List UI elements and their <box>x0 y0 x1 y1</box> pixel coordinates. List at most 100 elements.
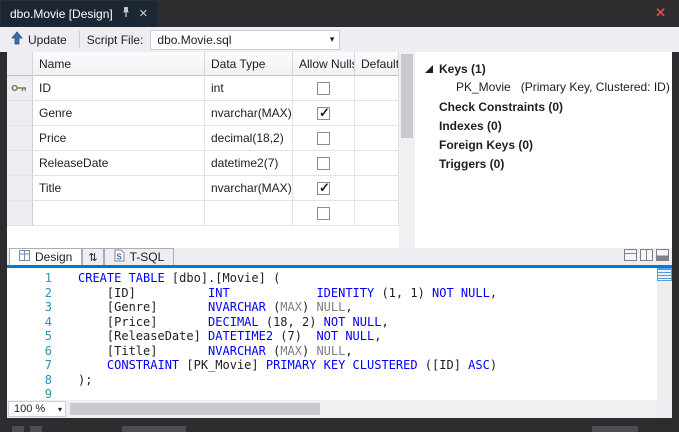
swap-panes-icon: ⇅ <box>88 251 98 264</box>
tree-item-label: Indexes (0) <box>439 118 502 133</box>
code-line[interactable]: 5 [ReleaseDate] DATETIME2 (7) NOT NULL, <box>7 329 647 344</box>
table-row[interactable]: Title nvarchar(MAX) <box>7 176 399 201</box>
allow-nulls-checkbox[interactable] <box>317 131 330 145</box>
column-name-cell[interactable]: ID <box>33 76 205 101</box>
data-type-cell[interactable]: nvarchar(MAX) <box>205 101 293 126</box>
column-name-cell[interactable] <box>33 201 205 226</box>
allow-nulls-cell <box>293 101 355 126</box>
table-row[interactable]: Genre nvarchar(MAX) <box>7 101 399 126</box>
maximize-pane-icon[interactable] <box>656 249 669 264</box>
column-name-cell[interactable]: Genre <box>33 101 205 126</box>
data-type-cell[interactable] <box>205 201 293 226</box>
row-selector[interactable] <box>7 126 33 151</box>
column-header-data-type[interactable]: Data Type <box>205 52 293 76</box>
column-name-cell[interactable]: Price <box>33 126 205 151</box>
grid-scrollbar[interactable] <box>399 52 415 248</box>
default-cell[interactable] <box>355 151 399 176</box>
clipped-status-icon <box>12 426 24 432</box>
code-text: [ID] INT IDENTITY (1, 1) NOT NULL, <box>78 285 498 300</box>
split-pane-vertical-icon[interactable] <box>640 249 653 264</box>
script-file-combobox[interactable]: dbo.Movie.sql ▾ <box>150 29 341 50</box>
allow-nulls-checkbox[interactable] <box>317 180 330 196</box>
grid-corner-cell[interactable] <box>7 52 33 76</box>
table-row[interactable]: ID int <box>7 76 399 101</box>
code-line[interactable]: 6 [Title] NVARCHAR (MAX) NULL, <box>7 344 647 359</box>
data-type-cell[interactable]: int <box>205 76 293 101</box>
scrollbar-splitter-grip[interactable] <box>657 268 672 281</box>
toolbar: Update Script File: dbo.Movie.sql ▾ <box>0 27 679 52</box>
allow-nulls-checkbox[interactable] <box>317 156 330 170</box>
row-selector[interactable] <box>7 201 33 226</box>
tsql-editor[interactable]: 1 CREATE TABLE [dbo].[Movie] (2 [ID] INT … <box>7 268 672 400</box>
column-name-cell[interactable]: Title <box>33 176 205 201</box>
allow-nulls-cell <box>293 151 355 176</box>
row-selector[interactable] <box>7 176 33 201</box>
row-selector[interactable] <box>7 101 33 126</box>
tree-item[interactable]: Check Constraints (0) <box>415 97 672 116</box>
tab-tsql[interactable]: S T-SQL <box>103 248 175 265</box>
code-line[interactable]: 4 [Price] DECIMAL (18, 2) NOT NULL, <box>7 315 647 330</box>
tab-tsql-label: T-SQL <box>129 250 165 264</box>
zoom-combobox[interactable]: 100 % ▾ <box>8 401 66 417</box>
default-cell[interactable] <box>355 101 399 126</box>
table-row[interactable]: ReleaseDate datetime2(7) <box>7 151 399 176</box>
tab-design[interactable]: Design <box>9 248 83 265</box>
tree-item[interactable]: Triggers (0) <box>415 154 672 173</box>
tree-item[interactable]: Keys (1) <box>415 59 672 78</box>
allow-nulls-checkbox[interactable] <box>317 206 330 220</box>
data-type-cell[interactable]: nvarchar(MAX) <box>205 176 293 201</box>
clipped-status-icon <box>30 426 42 432</box>
tree-item[interactable]: Indexes (0) <box>415 116 672 135</box>
data-type-cell[interactable]: decimal(18,2) <box>205 126 293 151</box>
row-selector[interactable] <box>7 151 33 176</box>
tree-item-label: Keys (1) <box>439 61 486 76</box>
editor-horizontal-scrollbar[interactable] <box>68 400 657 418</box>
code-text: [ReleaseDate] DATETIME2 (7) NOT NULL, <box>78 329 382 343</box>
split-pane-horizontal-icon[interactable] <box>624 249 637 264</box>
row-selector[interactable] <box>7 76 33 101</box>
table-row[interactable]: Price decimal(18,2) <box>7 126 399 151</box>
editor-scrollbar[interactable] <box>657 268 672 400</box>
allow-nulls-cell <box>293 176 355 201</box>
scrollbar-thumb[interactable] <box>401 54 413 138</box>
expanded-icon[interactable] <box>424 64 434 74</box>
tree-item-label: Foreign Keys (0) <box>439 137 534 152</box>
allow-nulls-cell <box>293 201 355 226</box>
close-icon[interactable]: ✕ <box>655 6 666 19</box>
table-designer-grid: Name Data Type Allow Nulls Default ID int… <box>7 52 399 248</box>
tree-item[interactable]: Foreign Keys (0) <box>415 135 672 154</box>
clipped-status-strip <box>0 418 679 432</box>
default-cell[interactable] <box>355 76 399 101</box>
column-header-name[interactable]: Name <box>33 52 205 76</box>
code-line[interactable]: 9 <box>7 387 647 400</box>
pin-icon[interactable] <box>121 6 131 22</box>
code-line[interactable]: 3 [Genre] NVARCHAR (MAX) NULL, <box>7 300 647 315</box>
code-line[interactable]: 2 [ID] INT IDENTITY (1, 1) NOT NULL, <box>7 286 647 301</box>
data-type-cell[interactable]: datetime2(7) <box>205 151 293 176</box>
pane-layout-buttons <box>624 248 672 265</box>
allow-nulls-cell <box>293 76 355 101</box>
primary-key-icon <box>11 84 26 92</box>
vs-window: dbo.Movie [Design] ✕ ✕ Update Script Fil… <box>0 0 679 432</box>
clipped-status-icon <box>122 426 186 432</box>
document-tab[interactable]: dbo.Movie [Design] ✕ <box>1 1 157 27</box>
update-button[interactable]: Update <box>6 29 72 50</box>
table-row[interactable] <box>7 201 399 226</box>
scrollbar-thumb[interactable] <box>70 403 320 415</box>
code-line[interactable]: 7 CONSTRAINT [PK_Movie] PRIMARY KEY CLUS… <box>7 358 647 373</box>
editor-status-row: 100 % ▾ <box>7 400 672 418</box>
allow-nulls-checkbox[interactable] <box>317 105 330 121</box>
code-line[interactable]: 1 CREATE TABLE [dbo].[Movie] ( <box>7 271 647 286</box>
swap-panes-button[interactable]: ⇅ <box>82 248 104 265</box>
code-line[interactable]: 8); <box>7 373 647 388</box>
default-cell[interactable] <box>355 126 399 151</box>
tree-child-item[interactable]: PK_Movie (Primary Key, Clustered: ID) <box>415 78 672 97</box>
allow-nulls-checkbox[interactable] <box>317 81 330 95</box>
column-name-cell[interactable]: ReleaseDate <box>33 151 205 176</box>
tab-close-icon[interactable]: ✕ <box>139 8 148 20</box>
column-header-allow-nulls[interactable]: Allow Nulls <box>293 52 355 76</box>
default-cell[interactable] <box>355 201 399 226</box>
column-header-default[interactable]: Default <box>355 52 399 76</box>
default-cell[interactable] <box>355 176 399 201</box>
